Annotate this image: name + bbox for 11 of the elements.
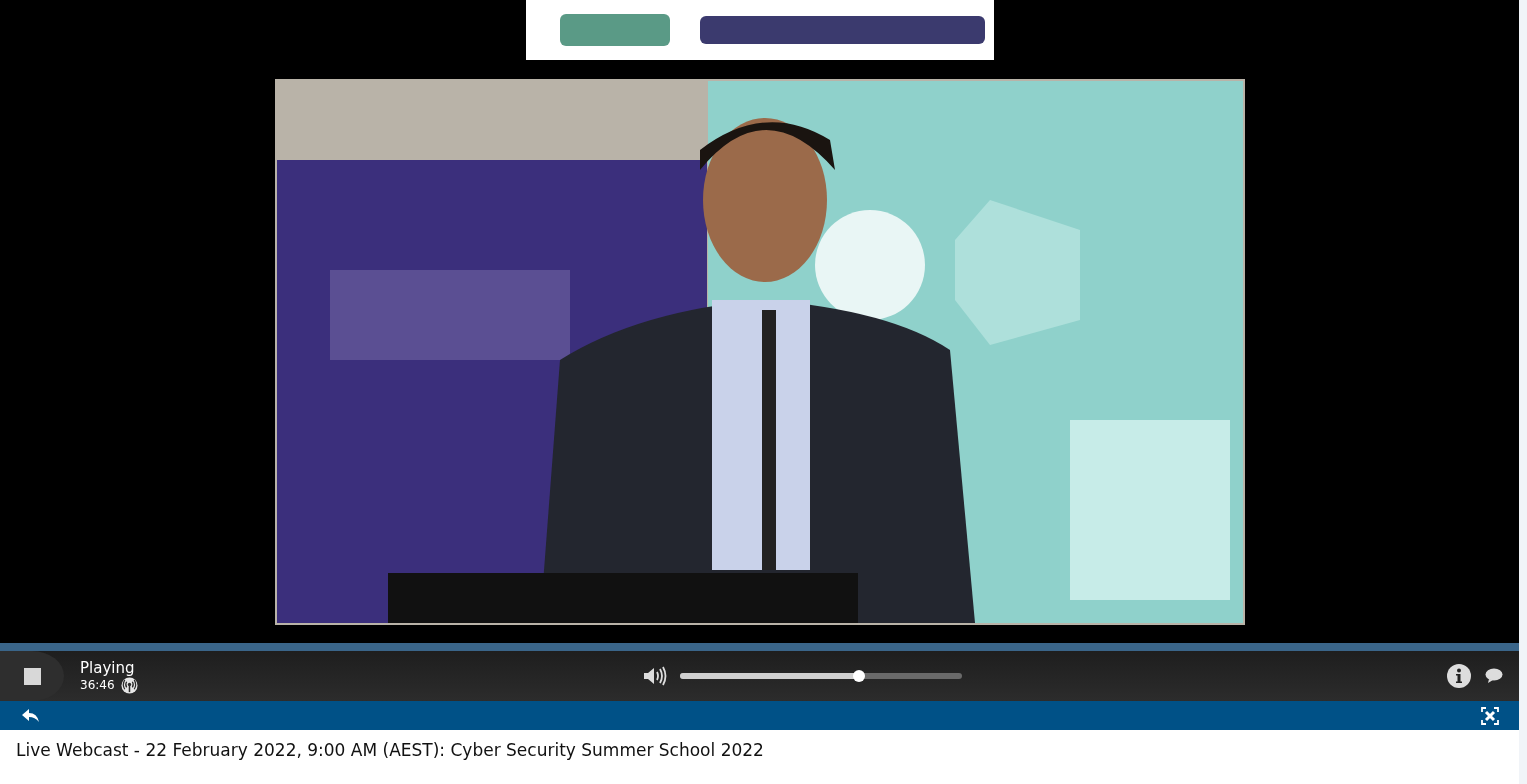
playback-status: Playing	[80, 658, 136, 677]
fullscreen-button[interactable]	[1481, 706, 1499, 725]
chat-button[interactable]	[1485, 668, 1503, 684]
slider-thumb[interactable]	[853, 670, 866, 682]
volume-slider[interactable]	[680, 673, 962, 679]
info-button[interactable]	[1447, 664, 1471, 688]
back-button[interactable]	[22, 709, 39, 722]
webcast-title: Live Webcast - 22 February 2022, 9:00 AM (AEST): Cyber Security Summer School 2022	[15, 739, 765, 762]
elapsed-time: 36:46	[80, 678, 115, 692]
volume-icon[interactable]	[643, 665, 668, 687]
scrollbar[interactable]	[1519, 0, 1527, 784]
